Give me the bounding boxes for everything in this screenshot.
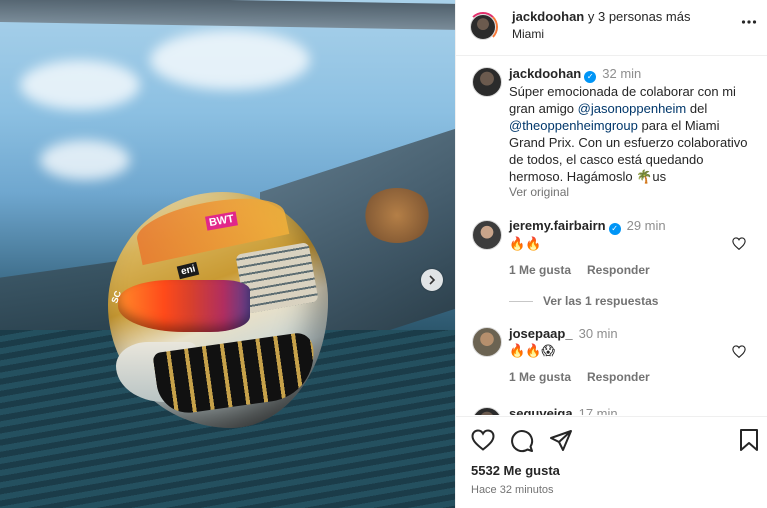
comment-icon[interactable] xyxy=(510,429,534,457)
divider xyxy=(509,301,533,303)
avatar[interactable] xyxy=(472,67,502,97)
heart-icon[interactable] xyxy=(732,237,746,253)
comment-meta: 1 Me gusta Responder xyxy=(509,370,666,384)
caption-username[interactable]: jackdoohan xyxy=(509,66,581,81)
caption-text-part: del xyxy=(686,101,708,116)
avatar[interactable] xyxy=(472,220,502,250)
comment-username[interactable]: josepaap_ xyxy=(509,326,573,341)
chevron-right-icon[interactable] xyxy=(421,269,443,291)
location-link[interactable]: Miami xyxy=(512,27,544,41)
helmet-visor xyxy=(118,280,250,332)
likes-count[interactable]: 5532 Me gusta xyxy=(471,463,560,478)
caption-text: jackdoohan ✓ 32 min Súper emocionada de co… xyxy=(509,65,759,185)
comment-text: seguveiga 17 min xyxy=(509,405,759,415)
heart-icon[interactable] xyxy=(732,345,746,361)
comments-list[interactable]: jackdoohan ✓ 32 min Súper emocionada de co… xyxy=(456,57,767,415)
share-icon[interactable] xyxy=(549,429,573,457)
post-actions: 5532 Me gusta Hace 32 minutos xyxy=(456,416,767,508)
post-photo[interactable]: BWT eni SC xyxy=(0,0,455,508)
more-horizontal-icon[interactable] xyxy=(741,14,757,35)
reply-button[interactable]: Responder xyxy=(587,370,650,384)
mention-link[interactable]: @theoppenheimgroup xyxy=(509,118,638,133)
comment-text: josepaap_ 30 min 🔥🔥😱 xyxy=(509,325,759,359)
verified-badge-icon: ✓ xyxy=(608,223,621,235)
stadium-sign xyxy=(362,188,432,243)
comment-username[interactable]: jeremy.fairbairn xyxy=(509,218,606,233)
comment-likes[interactable]: 1 Me gusta xyxy=(509,370,571,384)
comment-time: 29 min xyxy=(626,218,666,233)
caption-time: 32 min xyxy=(602,66,642,81)
comment-time: 17 min xyxy=(578,406,618,415)
author-username[interactable]: jackdoohan xyxy=(512,9,584,24)
collaborators-label[interactable]: y 3 personas más xyxy=(588,9,691,24)
mention-link[interactable]: @jasonoppenheim xyxy=(578,101,687,116)
avatar[interactable] xyxy=(472,407,502,415)
cloud-shape xyxy=(40,140,130,180)
comment-body: 🔥🔥😱 xyxy=(509,343,555,358)
see-original-link[interactable]: Ver original xyxy=(509,185,569,199)
post-timestamp: Hace 32 minutos xyxy=(471,484,554,496)
comment-likes[interactable]: 1 Me gusta xyxy=(509,263,571,277)
cloud-shape xyxy=(150,30,310,90)
verified-badge-icon: ✓ xyxy=(584,71,597,83)
comment-username[interactable]: seguveiga xyxy=(509,406,573,415)
avatar[interactable] xyxy=(472,327,502,357)
comment-text: jeremy.fairbairn ✓ 29 min 🔥🔥 xyxy=(509,217,759,252)
comment-meta: 1 Me gusta Responder xyxy=(509,263,666,277)
view-replies-button[interactable]: Ver las 1 respuestas xyxy=(509,294,658,308)
post-side-panel: jackdoohan y 3 personas más Miami jackdo… xyxy=(455,0,767,508)
heart-icon[interactable] xyxy=(471,429,495,455)
comment-body: 🔥🔥 xyxy=(509,236,542,251)
helmet-image: BWT eni SC xyxy=(108,186,336,432)
bookmark-icon[interactable] xyxy=(739,429,759,455)
cloud-shape xyxy=(20,60,140,110)
avatar[interactable] xyxy=(470,14,496,40)
comment-time: 30 min xyxy=(578,326,618,341)
view-replies-label: Ver las 1 respuestas xyxy=(543,294,659,308)
post-header: jackdoohan y 3 personas más Miami xyxy=(456,0,767,56)
post-author: jackdoohan y 3 personas más xyxy=(512,9,690,24)
reply-button[interactable]: Responder xyxy=(587,263,650,277)
stadium-roof xyxy=(0,0,455,31)
